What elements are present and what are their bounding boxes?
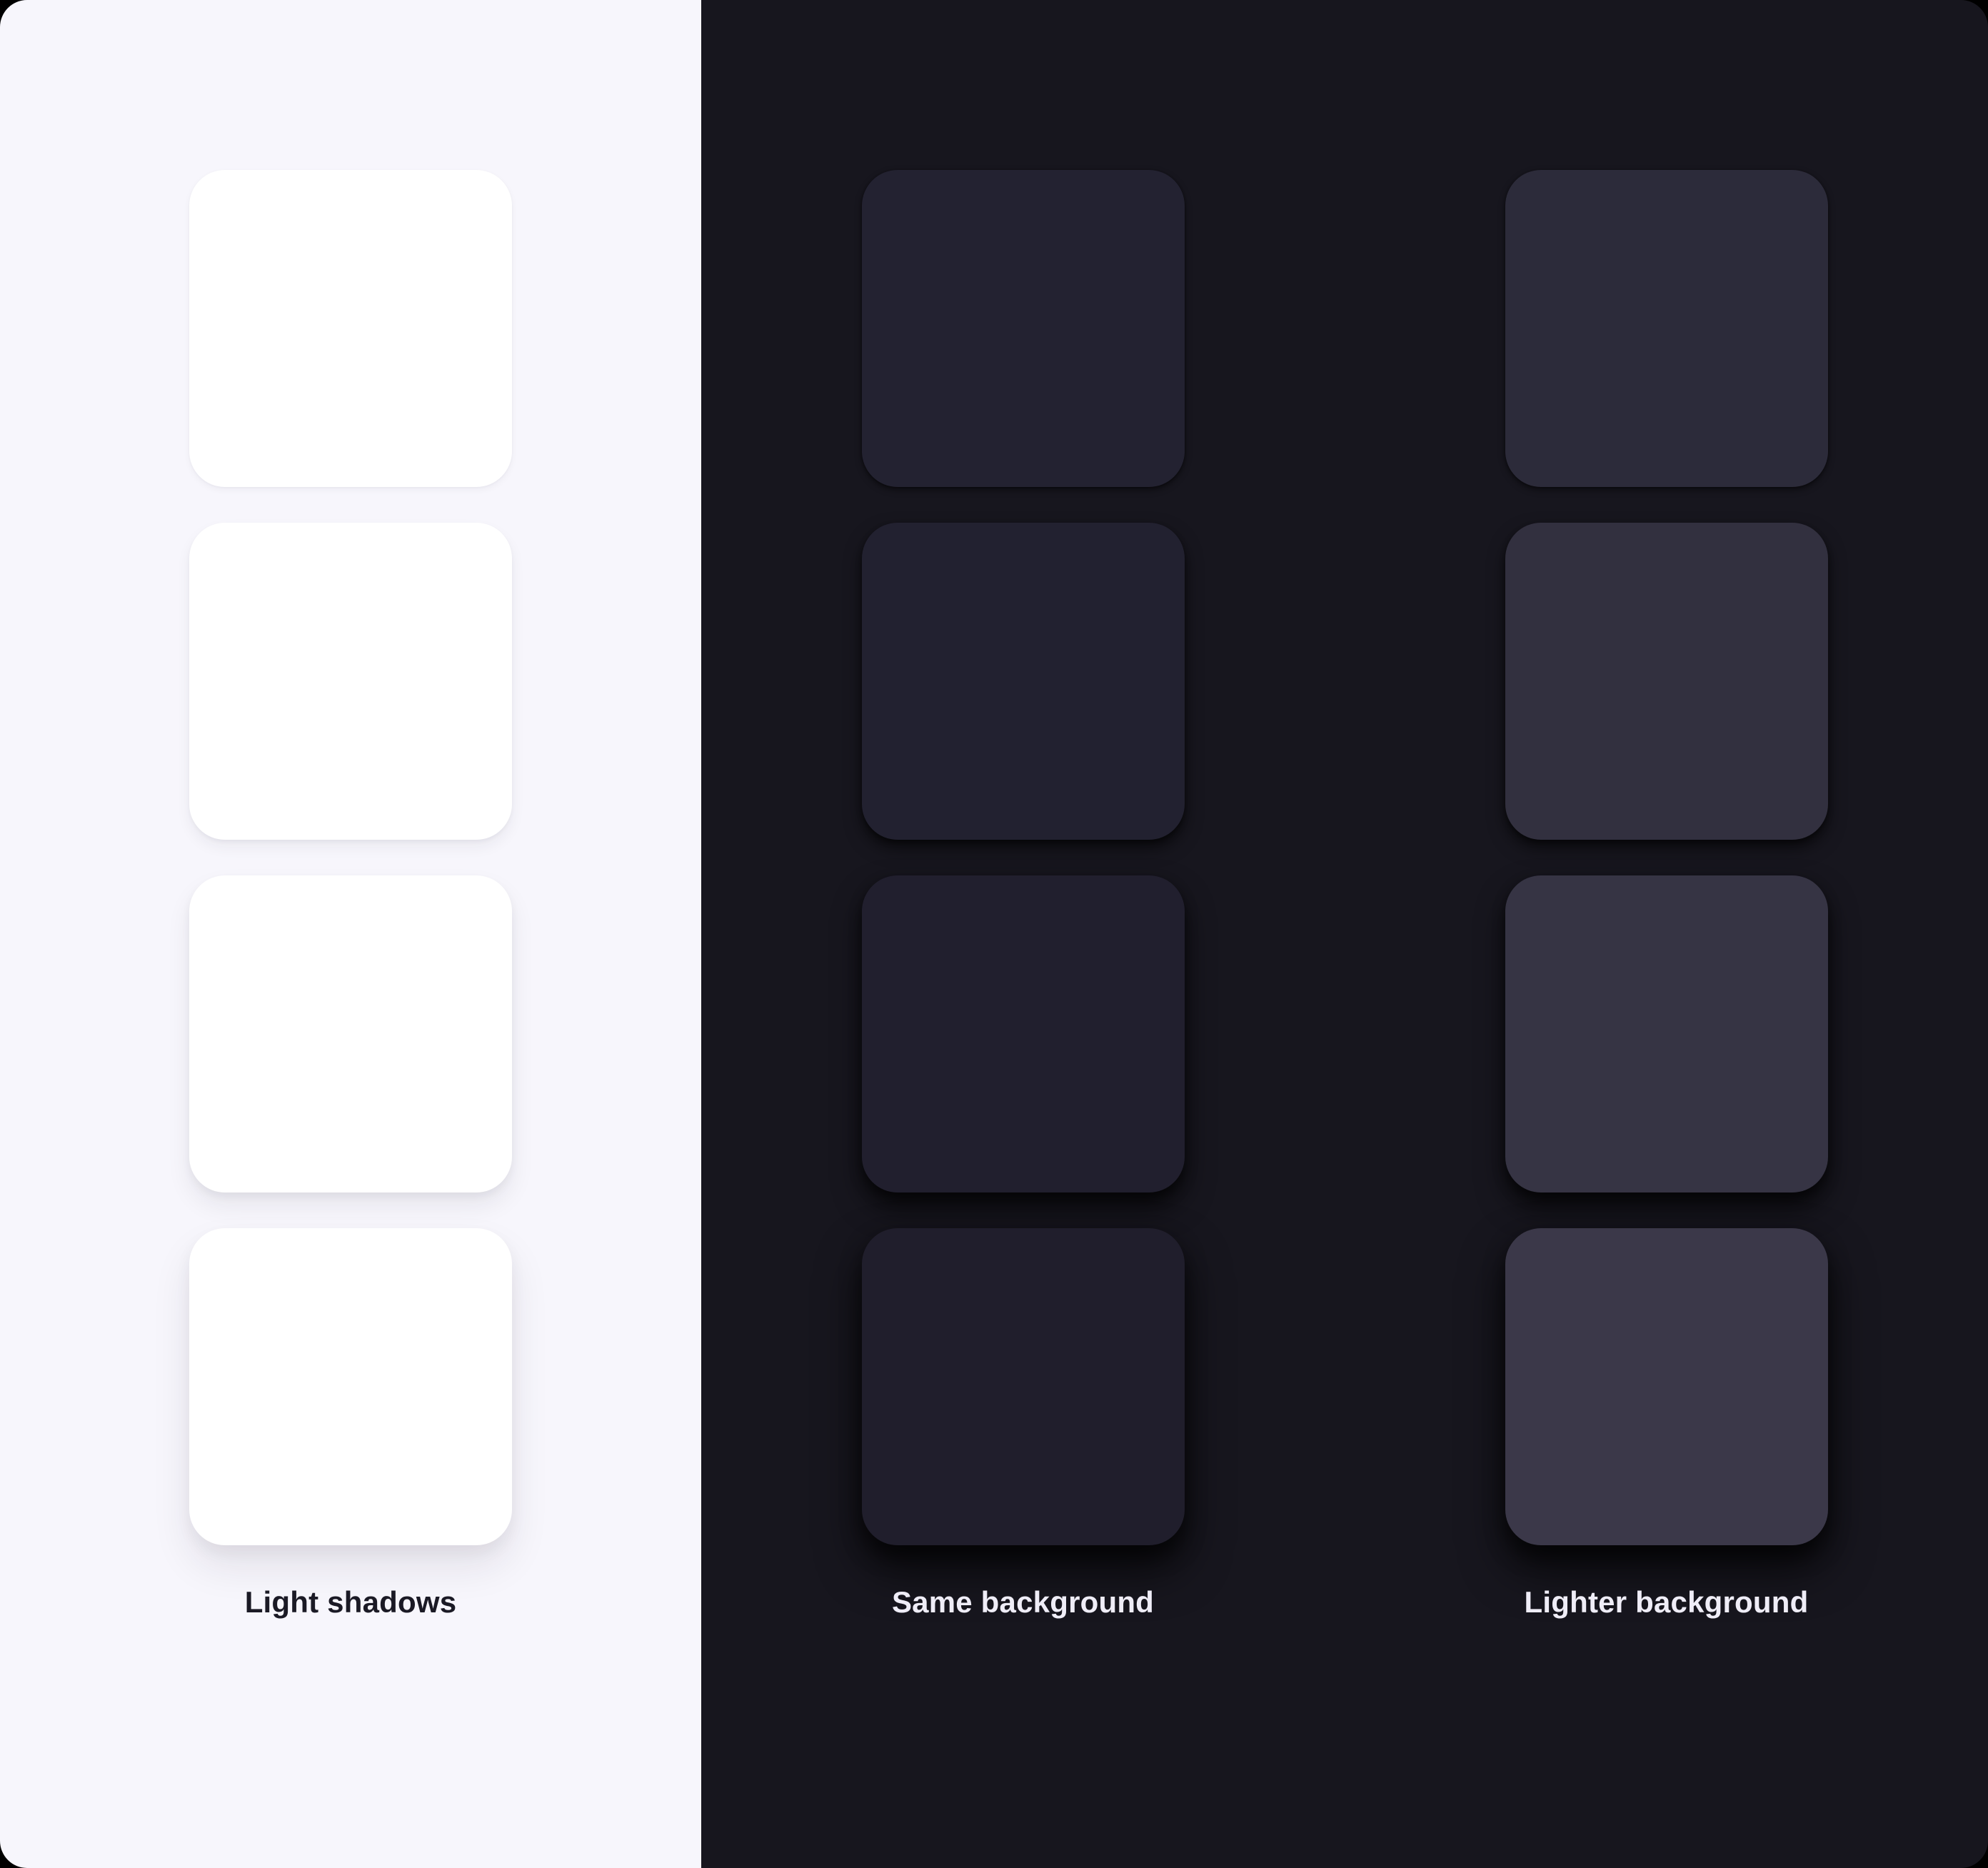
dark-theme-panel: Same background Lighter background bbox=[701, 0, 1988, 1868]
elevation-card-light-1[interactable] bbox=[189, 170, 512, 487]
column-lighter-background: Lighter background bbox=[1345, 0, 1988, 1868]
elevation-card-light-4[interactable] bbox=[189, 1228, 512, 1545]
dark-panel-columns: Same background Lighter background bbox=[701, 0, 1988, 1868]
column-light-shadows: Light shadows bbox=[0, 0, 701, 1868]
elevation-card-same-2[interactable] bbox=[861, 523, 1185, 840]
elevation-card-same-4[interactable] bbox=[861, 1228, 1185, 1545]
elevation-card-lighter-2[interactable] bbox=[1505, 523, 1828, 840]
column-caption-same-background: Same background bbox=[891, 1585, 1155, 1619]
column-same-background: Same background bbox=[701, 0, 1345, 1868]
comparison-frame: Light shadows Same background Lighter ba… bbox=[0, 0, 1988, 1868]
elevation-card-light-2[interactable] bbox=[189, 523, 512, 840]
elevation-card-lighter-3[interactable] bbox=[1505, 875, 1828, 1192]
column-caption-lighter-background: Lighter background bbox=[1524, 1585, 1809, 1619]
elevation-card-same-3[interactable] bbox=[861, 875, 1185, 1192]
elevation-card-light-3[interactable] bbox=[189, 875, 512, 1192]
light-panel-columns: Light shadows bbox=[0, 0, 701, 1868]
elevation-card-lighter-4[interactable] bbox=[1505, 1228, 1828, 1545]
column-caption-light-shadows: Light shadows bbox=[244, 1585, 457, 1619]
elevation-card-same-1[interactable] bbox=[861, 170, 1185, 487]
elevation-card-lighter-1[interactable] bbox=[1505, 170, 1828, 487]
light-theme-panel: Light shadows bbox=[0, 0, 701, 1868]
